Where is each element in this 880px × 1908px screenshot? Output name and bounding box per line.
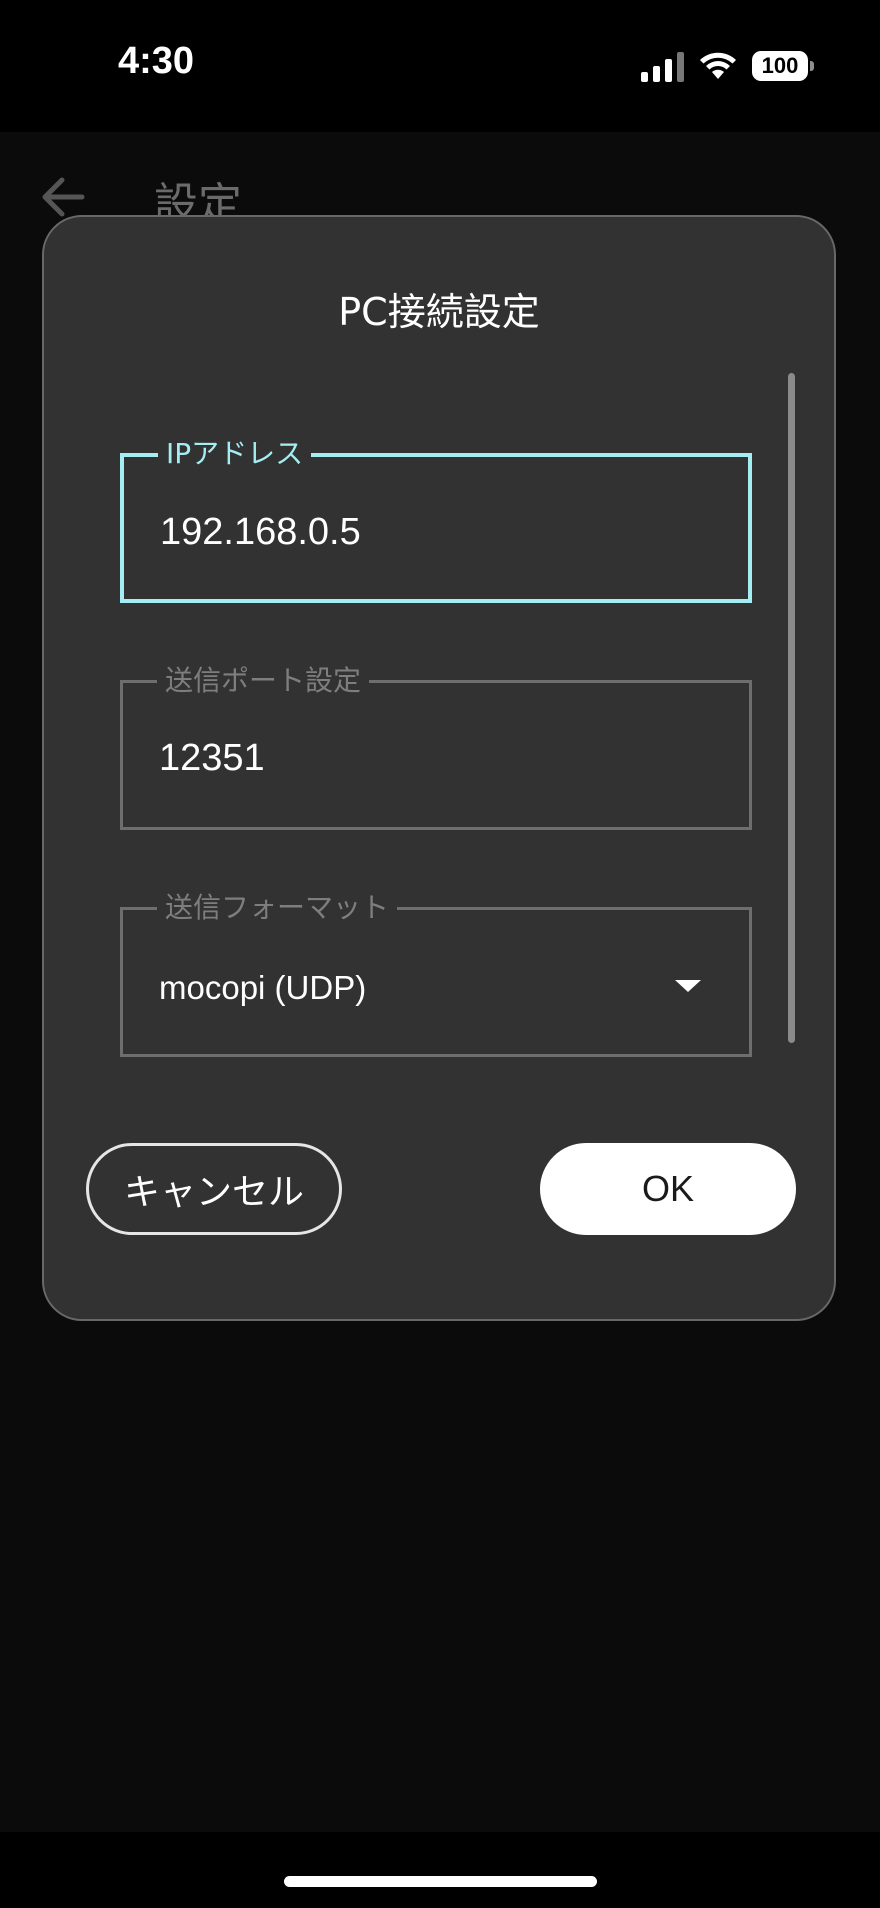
screen: 4:30 100 設定 PC接続設定 IPアドレス 192.168.0.5 送信…	[0, 0, 880, 1908]
send-format-select[interactable]: 送信フォーマット mocopi (UDP)	[120, 888, 752, 1057]
status-time: 4:30	[118, 40, 195, 82]
send-port-label: 送信ポート設定	[157, 661, 370, 701]
battery-icon: 100	[752, 51, 814, 81]
ip-address-label: IPアドレス	[158, 434, 312, 474]
ip-address-field[interactable]: IPアドレス 192.168.0.5	[120, 434, 752, 603]
send-format-label: 送信フォーマット	[157, 888, 398, 928]
dialog-title: PC接続設定	[338, 290, 540, 334]
dropdown-arrow-icon[interactable]	[675, 980, 701, 992]
send-port-value[interactable]: 12351	[159, 735, 265, 781]
home-indicator[interactable]	[284, 1876, 597, 1887]
bottom-bar	[0, 1832, 880, 1908]
ok-button[interactable]: OK	[540, 1143, 796, 1235]
cancel-button[interactable]: キャンセル	[86, 1143, 342, 1235]
ip-address-value[interactable]: 192.168.0.5	[160, 509, 361, 555]
pc-connection-dialog: PC接続設定 IPアドレス 192.168.0.5 送信ポート設定 12351 …	[42, 215, 836, 1321]
status-icons: 100	[641, 46, 814, 86]
send-port-field[interactable]: 送信ポート設定 12351	[120, 661, 752, 830]
wifi-icon	[700, 52, 736, 79]
status-bar: 4:30 100	[0, 0, 880, 132]
dialog-scrollbar[interactable]	[788, 373, 795, 1043]
battery-level: 100	[761, 53, 799, 78]
send-format-value[interactable]: mocopi (UDP)	[159, 965, 366, 1011]
signal-icon	[641, 50, 684, 82]
